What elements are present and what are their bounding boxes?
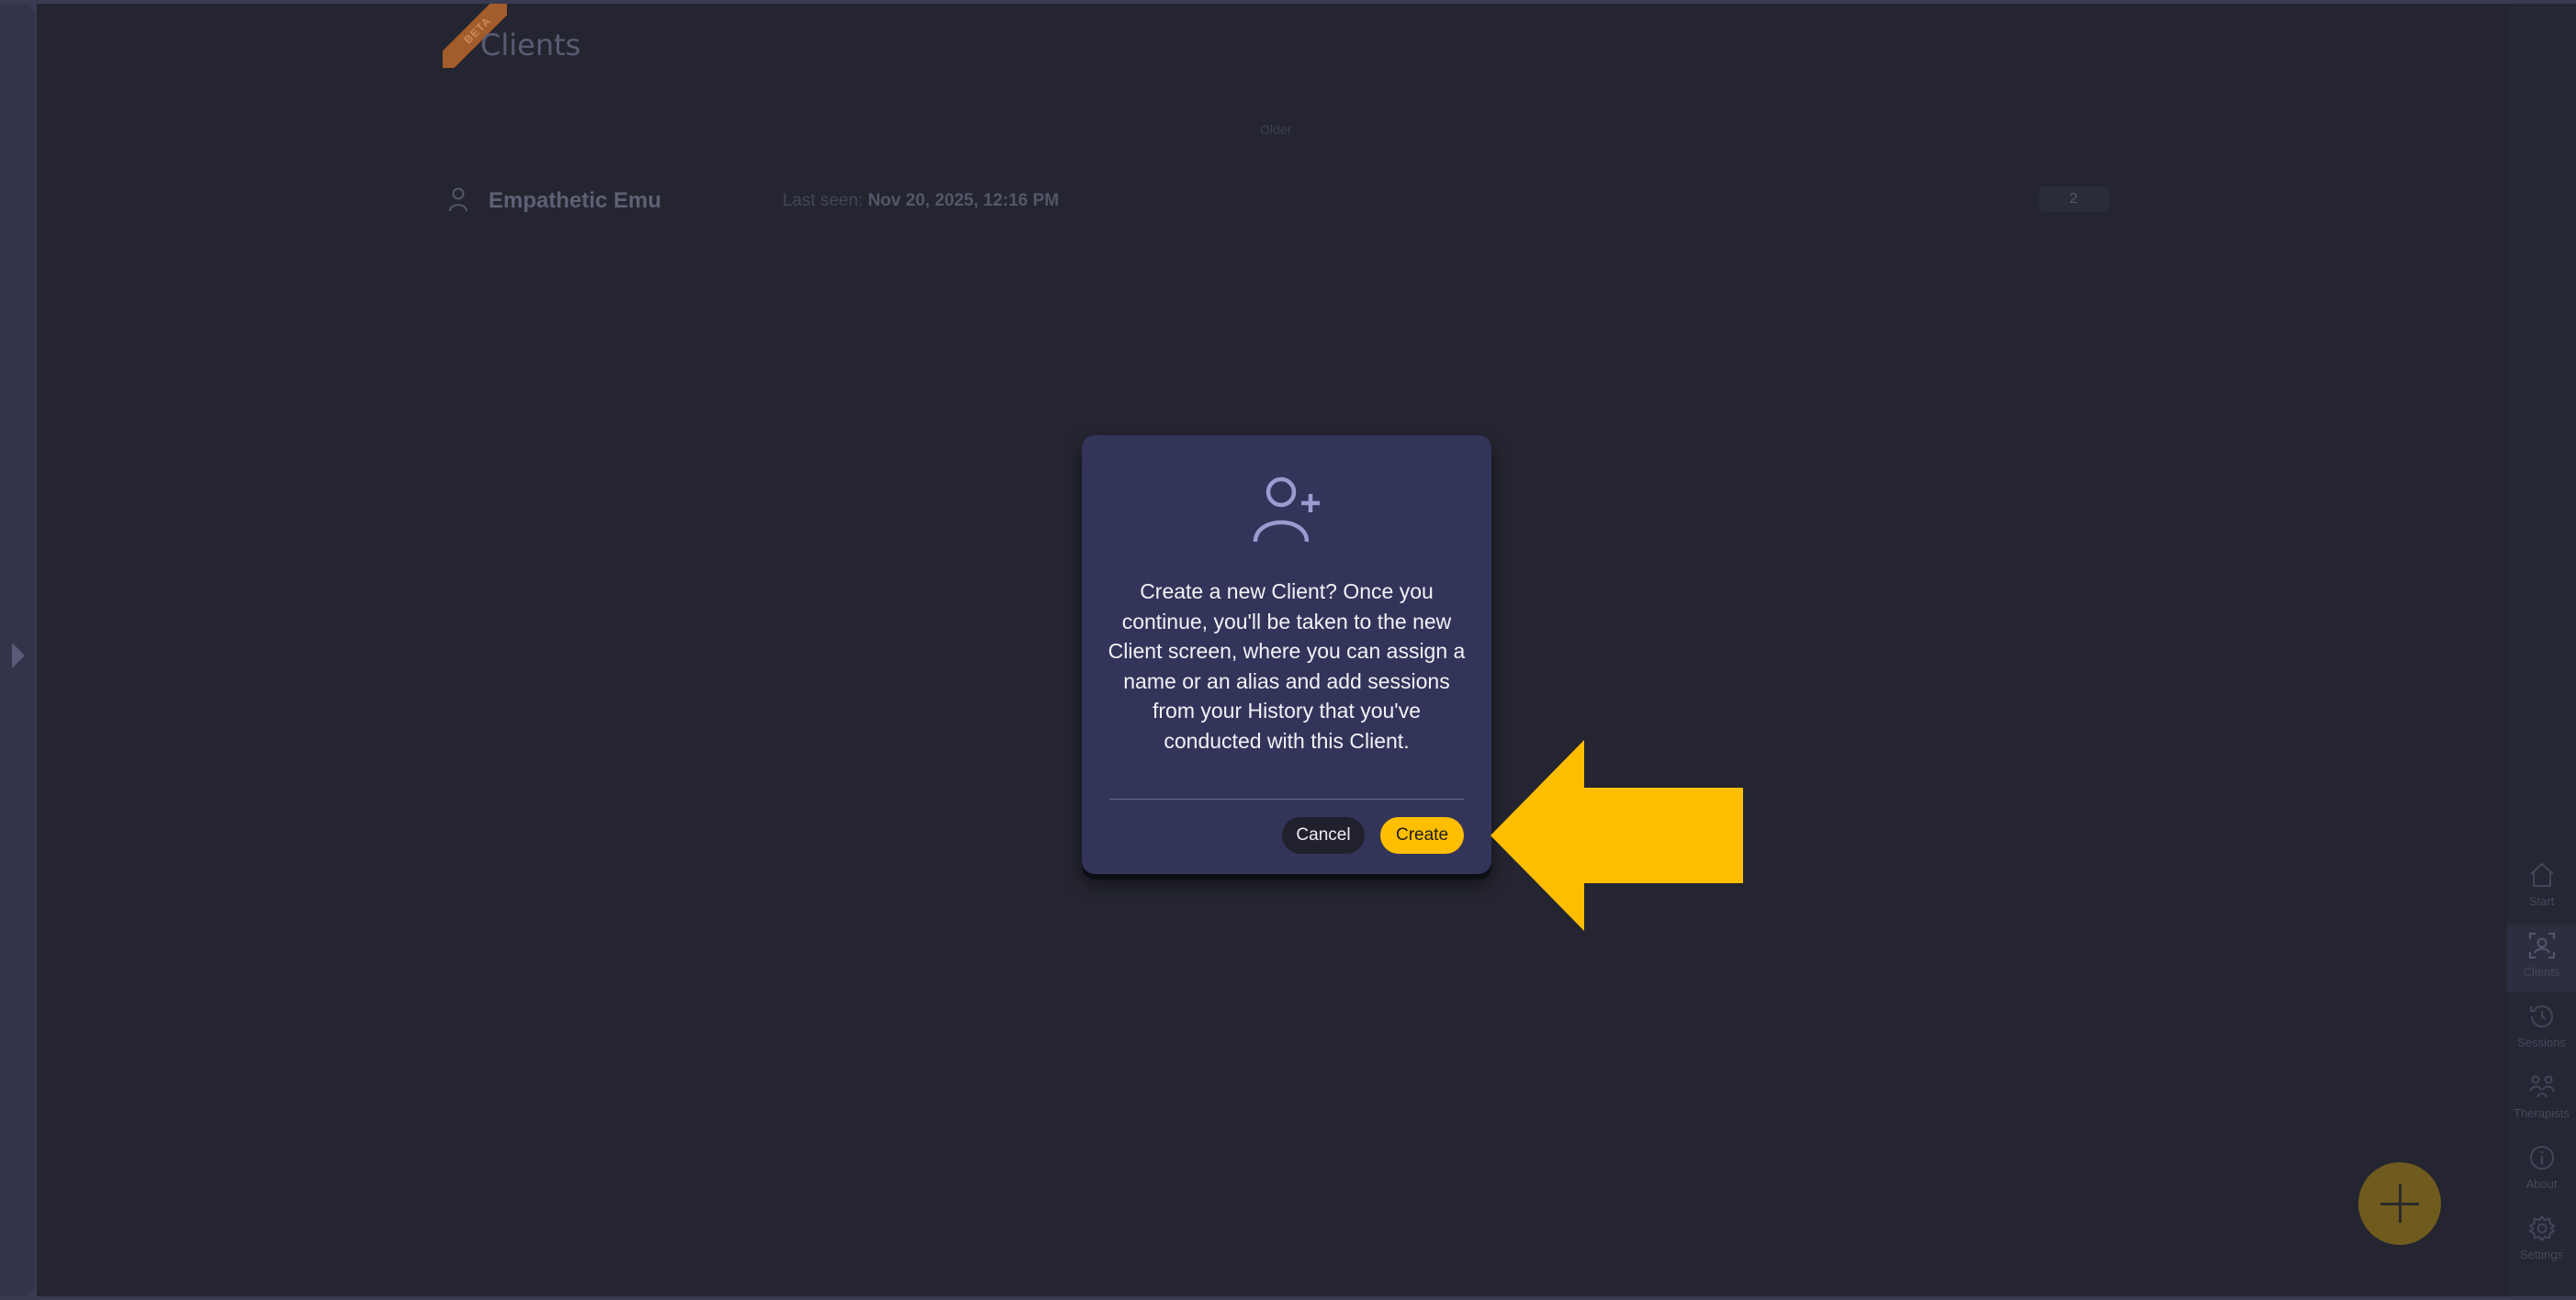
dialog-divider — [1109, 799, 1464, 800]
dialog-message: Create a new Client? Once you continue, … — [1108, 579, 1466, 753]
left-sidebar-collapsed[interactable] — [0, 4, 35, 1296]
home-icon — [2529, 862, 2554, 887]
cancel-button[interactable]: Cancel — [1282, 817, 1365, 854]
create-button[interactable]: Create — [1380, 817, 1464, 854]
gear-icon — [2527, 1215, 2556, 1242]
create-client-dialog: Create a new Client? Once you continue, … — [1082, 435, 1491, 874]
nav-label-about: About — [2525, 1177, 2558, 1191]
last-seen-value: Nov 20, 2025, 12:16 PM — [867, 191, 1060, 210]
clients-icon — [2528, 933, 2555, 958]
therapists-icon — [2528, 1075, 2555, 1098]
right-nav: Start Clients Sessions Therapists About … — [2507, 4, 2576, 1296]
nav-label-clients: Clients — [2523, 965, 2560, 979]
last-seen-label: Last seen: — [782, 191, 863, 210]
session-count-badge: 2 — [2039, 186, 2109, 212]
client-row[interactable]: Empathetic Emu Last seen: Nov 20, 2025, … — [441, 177, 2112, 223]
nav-label-settings: Settings — [2520, 1248, 2563, 1261]
nav-label-therapists: Therapists — [2514, 1106, 2570, 1120]
section-label: Older — [1260, 122, 1292, 137]
nav-item-therapists[interactable]: Therapists — [2507, 1066, 2576, 1134]
nav-item-about[interactable]: About — [2507, 1137, 2576, 1205]
page-title: Clients — [480, 28, 581, 62]
nav-item-clients[interactable]: Clients — [2507, 925, 2576, 992]
nav-item-sessions[interactable]: Sessions — [2507, 995, 2576, 1063]
info-icon — [2529, 1146, 2554, 1170]
expand-sidebar-icon[interactable] — [12, 643, 25, 668]
history-icon — [2529, 1005, 2553, 1027]
person-icon — [449, 187, 467, 212]
add-user-icon — [1253, 476, 1320, 543]
nav-item-settings[interactable]: Settings — [2507, 1207, 2576, 1275]
client-name: Empathetic Emu — [489, 188, 662, 213]
add-client-fab[interactable] — [2358, 1162, 2441, 1245]
last-seen: Last seen: Nov 20, 2025, 12:16 PM — [782, 191, 1059, 211]
app-window: BETA Clients Older Empathetic Emu Last s… — [0, 0, 2576, 1300]
nav-item-start[interactable]: Start — [2507, 854, 2576, 922]
nav-label-sessions: Sessions — [2517, 1036, 2566, 1049]
nav-label-start: Start — [2528, 894, 2555, 908]
yellow-arrow-pointer — [1490, 740, 1743, 931]
